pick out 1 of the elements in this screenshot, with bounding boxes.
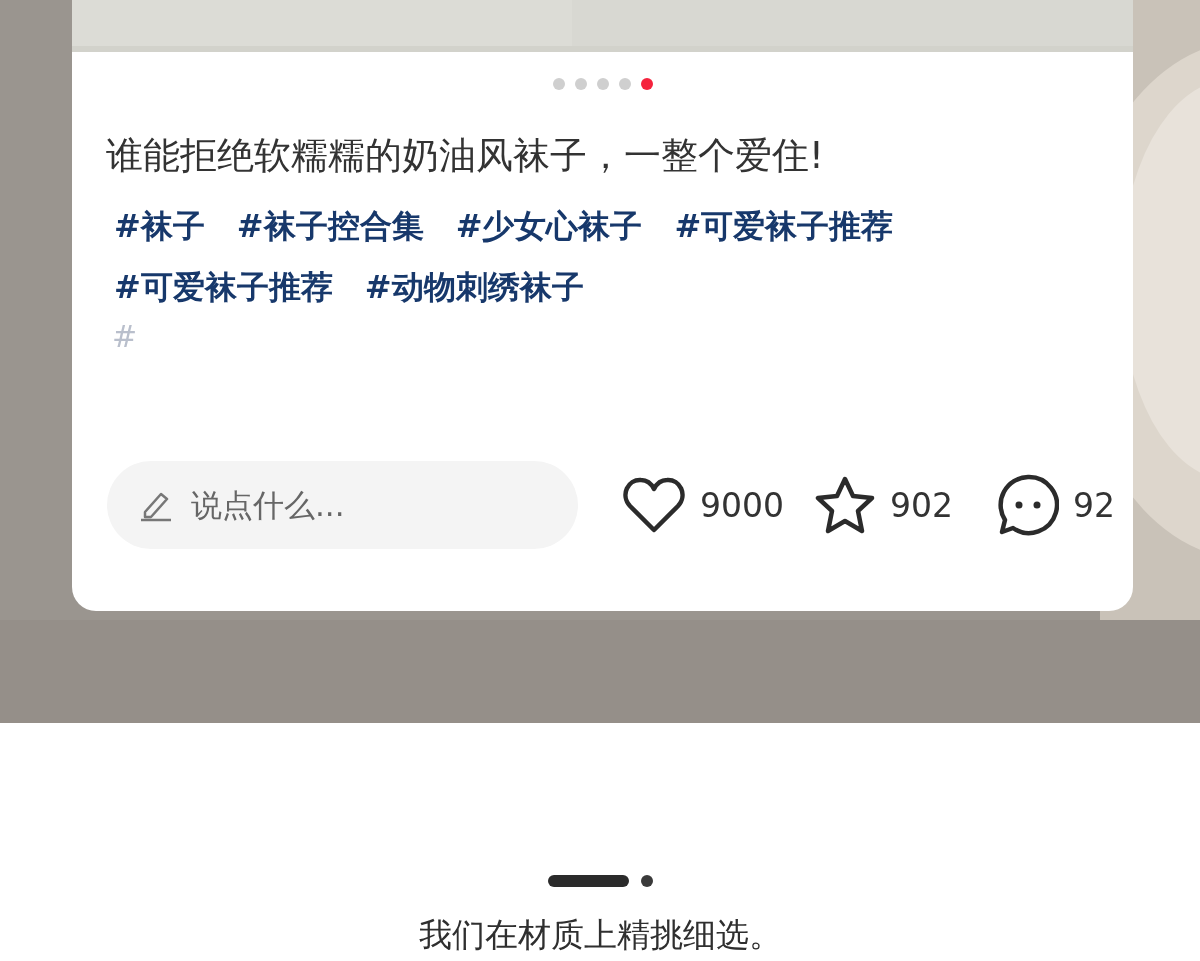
caption-text: 我们在材质上精挑细选。 [418,914,782,956]
